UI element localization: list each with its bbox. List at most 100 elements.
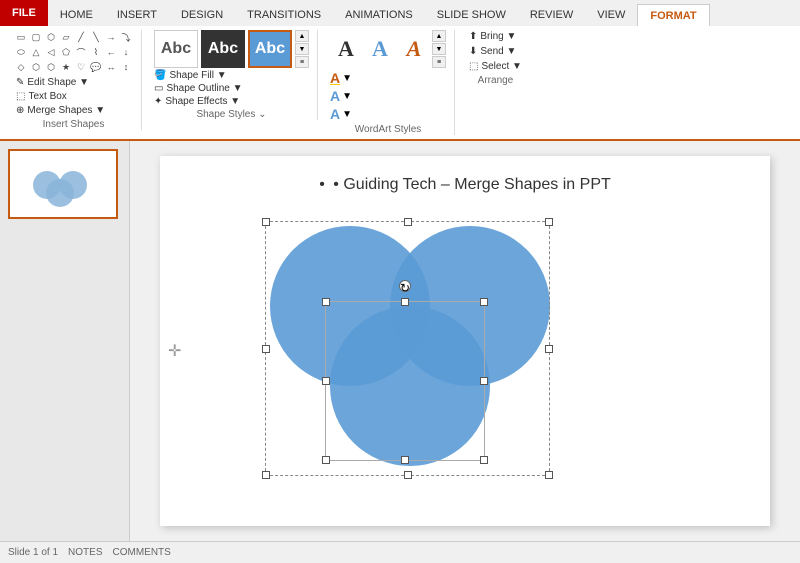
handle-mr[interactable] [545, 345, 553, 353]
rect-icon[interactable]: ▭ [14, 30, 28, 44]
handle-tm[interactable] [404, 218, 412, 226]
wordart-scroll-up[interactable]: ▲ [432, 30, 446, 42]
line-icon[interactable]: ╱ [74, 30, 88, 44]
shape-outline-icon: ▭ [154, 83, 163, 94]
text-box-icon: ⬚ [16, 91, 25, 102]
tab-file[interactable]: FILE [0, 0, 48, 26]
slide-panel: 1 [0, 141, 130, 541]
bullet-point: • [319, 176, 325, 193]
inner-handle-bl[interactable] [322, 456, 330, 464]
handle-br[interactable] [545, 471, 553, 479]
diamond-icon[interactable]: ◇ [14, 60, 28, 74]
comments-btn[interactable]: COMMENTS [113, 547, 171, 558]
shape-fill-label: Shape Fill ▼ [169, 70, 226, 81]
bring-forward-btn[interactable]: ⬆ Bring ▼ [467, 30, 524, 43]
style-samples: Abc Abc Abc ▲ ▼ ≡ [154, 30, 309, 68]
rtriangle-icon[interactable]: ◁ [44, 45, 58, 59]
text-fill-btn[interactable]: A ▼ [330, 70, 446, 86]
canvas-area: • • Guiding Tech – Merge Shapes in PPT [130, 141, 800, 541]
style-sample-1[interactable]: Abc [154, 30, 198, 68]
arrow-icon[interactable]: → [104, 30, 118, 44]
merge-shapes-btn[interactable]: ⊕ Merge Shapes ▼ [14, 104, 133, 117]
oval-icon[interactable]: ⬭ [14, 45, 28, 59]
heart-icon[interactable]: ♡ [74, 60, 88, 74]
shape-outline-label: Shape Outline ▼ [166, 83, 242, 94]
handle-bm[interactable] [404, 471, 412, 479]
pentagon-icon[interactable]: ⬠ [59, 45, 73, 59]
send-backward-btn[interactable]: ⬇ Send ▼ [467, 45, 524, 58]
callout-icon[interactable]: 💬 [89, 60, 103, 74]
scroll-more-arrow[interactable]: ≡ [295, 56, 309, 68]
shapes-grid: ▭ ▢ ⬡ ▱ ╱ ╲ → ⤵ ⬭ △ ◁ ⬠ ⌒ ⌇ ← ↓ ◇ ⬡ ⬡ ★ … [14, 30, 133, 74]
text-fill-dropdown[interactable]: ▼ [342, 73, 352, 84]
varrow-icon[interactable]: ↕ [119, 60, 133, 74]
wordart-sample-3[interactable]: A [398, 30, 430, 68]
shape-styles-label: Shape Styles ⌄ [154, 109, 309, 120]
inner-handle-br[interactable] [480, 456, 488, 464]
octagon-icon[interactable]: ⬡ [44, 60, 58, 74]
style-sample-2[interactable]: Abc [201, 30, 245, 68]
handle-tr[interactable] [545, 218, 553, 226]
cursor-indicator: ✛ [168, 341, 181, 361]
ribbon: ▭ ▢ ⬡ ▱ ╱ ╲ → ⤵ ⬭ △ ◁ ⬠ ⌒ ⌇ ← ↓ ◇ ⬡ ⬡ ★ … [0, 26, 800, 141]
slide-thumbnail[interactable] [8, 149, 118, 219]
triangle-icon[interactable]: △ [29, 45, 43, 59]
handle-tl[interactable] [262, 218, 270, 226]
text-outline-dropdown[interactable]: ▼ [342, 91, 352, 102]
harrow-icon[interactable]: ↔ [104, 60, 118, 74]
wordart-scroll-down[interactable]: ▼ [432, 43, 446, 55]
text-effects-btn[interactable]: A ▼ [330, 106, 446, 122]
edit-shape-btn[interactable]: ✎ Edit Shape ▼ [14, 76, 133, 89]
send-label: Send ▼ [480, 46, 516, 57]
tab-view[interactable]: VIEW [585, 4, 637, 26]
wordart-scroll-more[interactable]: ≡ [432, 56, 446, 68]
parallelogram-icon[interactable]: ▱ [59, 30, 73, 44]
send-icon: ⬇ [469, 46, 477, 57]
snip-rect-icon[interactable]: ⬡ [44, 30, 58, 44]
handle-ml[interactable] [262, 345, 270, 353]
notes-btn[interactable]: NOTES [68, 547, 102, 558]
wordart-sample-2[interactable]: A [364, 30, 396, 68]
rounded-rect-icon[interactable]: ▢ [29, 30, 43, 44]
tab-home[interactable]: HOME [48, 4, 105, 26]
bring-icon: ⬆ [469, 31, 477, 42]
tab-animations[interactable]: ANIMATIONS [333, 4, 425, 26]
tab-format[interactable]: FORMAT [637, 4, 709, 26]
wordart-sample-1[interactable]: A [330, 30, 362, 68]
scroll-up-arrow[interactable]: ▲ [295, 30, 309, 42]
shape-fill-btn[interactable]: 🪣 Shape Fill ▼ [154, 70, 309, 81]
text-effects-dropdown[interactable]: ▼ [342, 109, 352, 120]
text-outline-btn[interactable]: A ▼ [330, 88, 446, 104]
darrow-icon[interactable]: ↓ [119, 45, 133, 59]
text-box-btn[interactable]: ⬚ Text Box [14, 90, 133, 103]
style-sample-3[interactable]: Abc [248, 30, 292, 68]
star-icon[interactable]: ★ [59, 60, 73, 74]
line2-icon[interactable]: ╲ [89, 30, 103, 44]
expand-shape-styles-icon[interactable]: ⌄ [258, 109, 266, 120]
tab-review[interactable]: REVIEW [518, 4, 585, 26]
shape-fill-icon: 🪣 [154, 70, 166, 81]
tab-transitions[interactable]: TRANSITIONS [235, 4, 333, 26]
shape-outline-btn[interactable]: ▭ Shape Outline ▼ [154, 83, 309, 94]
larrow-icon[interactable]: ← [104, 45, 118, 59]
circle-bottom[interactable] [330, 306, 490, 466]
arrow2-icon[interactable]: ⤵ [119, 30, 133, 44]
curve-icon[interactable]: ⌒ [74, 45, 88, 59]
bring-label: Bring ▼ [480, 31, 516, 42]
handle-bl[interactable] [262, 471, 270, 479]
scroll-down-arrow[interactable]: ▼ [295, 43, 309, 55]
shape-effects-icon: ✦ [154, 96, 162, 107]
merge-shapes-label: Merge Shapes ▼ [27, 105, 105, 116]
slide-canvas[interactable]: • • Guiding Tech – Merge Shapes in PPT [160, 156, 770, 526]
tab-slideshow[interactable]: SLIDE SHOW [425, 4, 518, 26]
edit-shape-icon: ✎ [16, 77, 24, 88]
text-fill-icon: A [330, 70, 340, 86]
tab-insert[interactable]: INSERT [105, 4, 169, 26]
arrange-group: ⬆ Bring ▼ ⬇ Send ▼ ⬚ Select ▼ Arrange [459, 30, 532, 86]
hexagon-icon[interactable]: ⬡ [29, 60, 43, 74]
freeform-icon[interactable]: ⌇ [89, 45, 103, 59]
shape-effects-btn[interactable]: ✦ Shape Effects ▼ [154, 96, 309, 107]
insert-shapes-label: Insert Shapes [14, 119, 133, 130]
select-btn[interactable]: ⬚ Select ▼ [467, 60, 524, 73]
tab-design[interactable]: DESIGN [169, 4, 235, 26]
